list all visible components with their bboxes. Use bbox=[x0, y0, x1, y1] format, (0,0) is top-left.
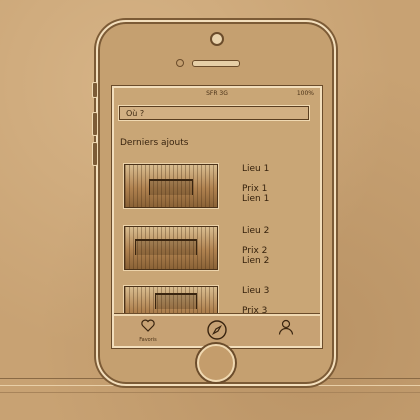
item-price: Prix 1 bbox=[242, 184, 268, 194]
search-placeholder: Où ? bbox=[126, 109, 145, 118]
status-battery: 100% bbox=[296, 90, 314, 97]
status-carrier: SFR 3G bbox=[206, 90, 228, 97]
item-price: Prix 2 bbox=[242, 246, 268, 256]
front-camera-icon bbox=[210, 32, 224, 46]
compass-icon bbox=[207, 320, 227, 340]
item-name: Lieu 2 bbox=[242, 226, 270, 236]
status-bar: SFR 3G 100% bbox=[114, 88, 320, 100]
tab-explore[interactable] bbox=[187, 318, 247, 344]
phone-frame: SFR 3G 100% Où ? Derniers ajouts Lieu 1 … bbox=[92, 20, 336, 386]
volume-down-button bbox=[92, 142, 98, 166]
tab-favorites-label: Favoris bbox=[139, 337, 157, 343]
sensor-icon bbox=[176, 59, 184, 67]
surface-edge-line bbox=[0, 392, 420, 393]
place-thumbnail[interactable] bbox=[124, 164, 218, 208]
item-link[interactable]: Lien 2 bbox=[242, 256, 269, 266]
volume-up-button bbox=[92, 112, 98, 136]
search-input[interactable]: Où ? bbox=[119, 106, 309, 120]
section-title: Derniers ajouts bbox=[120, 138, 189, 148]
list-item[interactable]: Lieu 1 Prix 1 Lien 1 bbox=[124, 164, 310, 212]
item-link[interactable]: Lien 1 bbox=[242, 194, 269, 204]
tab-favorites[interactable]: Favoris bbox=[118, 318, 178, 344]
earpiece-speaker bbox=[192, 60, 240, 67]
item-name: Lieu 3 bbox=[242, 286, 270, 296]
tab-bar: Favoris bbox=[114, 314, 320, 346]
item-name: Lieu 1 bbox=[242, 164, 270, 174]
app-screen: SFR 3G 100% Où ? Derniers ajouts Lieu 1 … bbox=[112, 86, 322, 348]
home-button[interactable] bbox=[197, 344, 235, 382]
place-thumbnail[interactable] bbox=[124, 226, 218, 270]
mute-switch bbox=[92, 82, 98, 98]
heart-icon bbox=[141, 319, 155, 332]
list-item[interactable]: Lieu 2 Prix 2 Lien 2 bbox=[124, 226, 310, 274]
user-icon bbox=[278, 319, 294, 335]
tab-profile[interactable] bbox=[256, 318, 316, 344]
